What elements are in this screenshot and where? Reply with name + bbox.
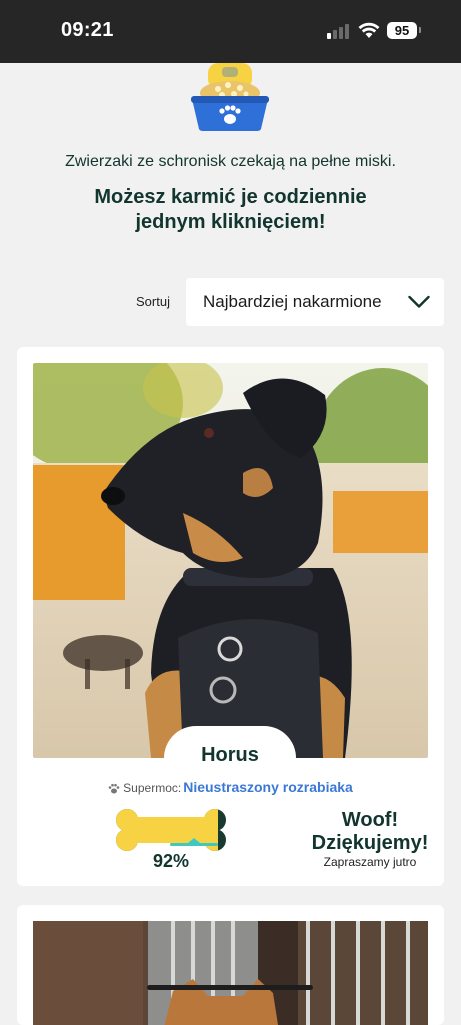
headline: Możesz karmić je codziennie jednym klikn… <box>60 185 401 235</box>
sort-dropdown[interactable]: Najbardziej nakarmione <box>186 278 444 326</box>
status-bar: 09:21 95 <box>0 0 461 63</box>
thanks-title: Woof! Dziękujemy! <box>302 809 438 855</box>
chevron-down-icon <box>408 295 430 308</box>
dog-photo[interactable] <box>33 363 428 758</box>
pet-name[interactable]: Horus <box>164 744 296 767</box>
bone-progress-marker <box>170 843 218 846</box>
superpower-label: Supermoc: <box>123 781 182 795</box>
headline-line-1: Możesz karmić je codziennie <box>94 186 367 208</box>
thanks-subtitle: Zapraszamy jutro <box>323 855 417 869</box>
battery-tip <box>419 27 421 33</box>
pet-card[interactable]: Horus Supermoc: Nieustraszony rozrabiaka … <box>17 347 444 886</box>
food-bowl-icon <box>191 63 269 131</box>
thanks-line-1: Woof! <box>341 809 399 831</box>
thanks-line-2: Dziękujemy! <box>311 832 429 854</box>
sort-selected-value: Najbardziej nakarmione <box>203 292 382 311</box>
home-indicator <box>147 985 313 990</box>
wifi-icon <box>358 22 380 38</box>
dog-photo[interactable] <box>33 921 428 1025</box>
paw-icon <box>108 784 120 794</box>
superpower-line: Supermoc: Nieustraszony rozrabiaka <box>17 779 444 795</box>
headline-line-2: jednym kliknięciem! <box>135 211 326 233</box>
battery-icon: 95 <box>387 22 417 39</box>
bone-progress-icon <box>116 809 226 851</box>
bone-fill <box>116 809 218 851</box>
signal-icon <box>327 24 349 39</box>
status-time: 09:21 <box>61 19 114 41</box>
superpower-value: Nieustraszony rozrabiaka <box>183 779 353 795</box>
intro-text: Zwierzaki ze schronisk czekają na pełne … <box>65 153 396 170</box>
sort-label: Sortuj <box>136 294 170 309</box>
fed-percent: 92% <box>152 851 190 871</box>
pet-card[interactable] <box>17 905 444 1025</box>
